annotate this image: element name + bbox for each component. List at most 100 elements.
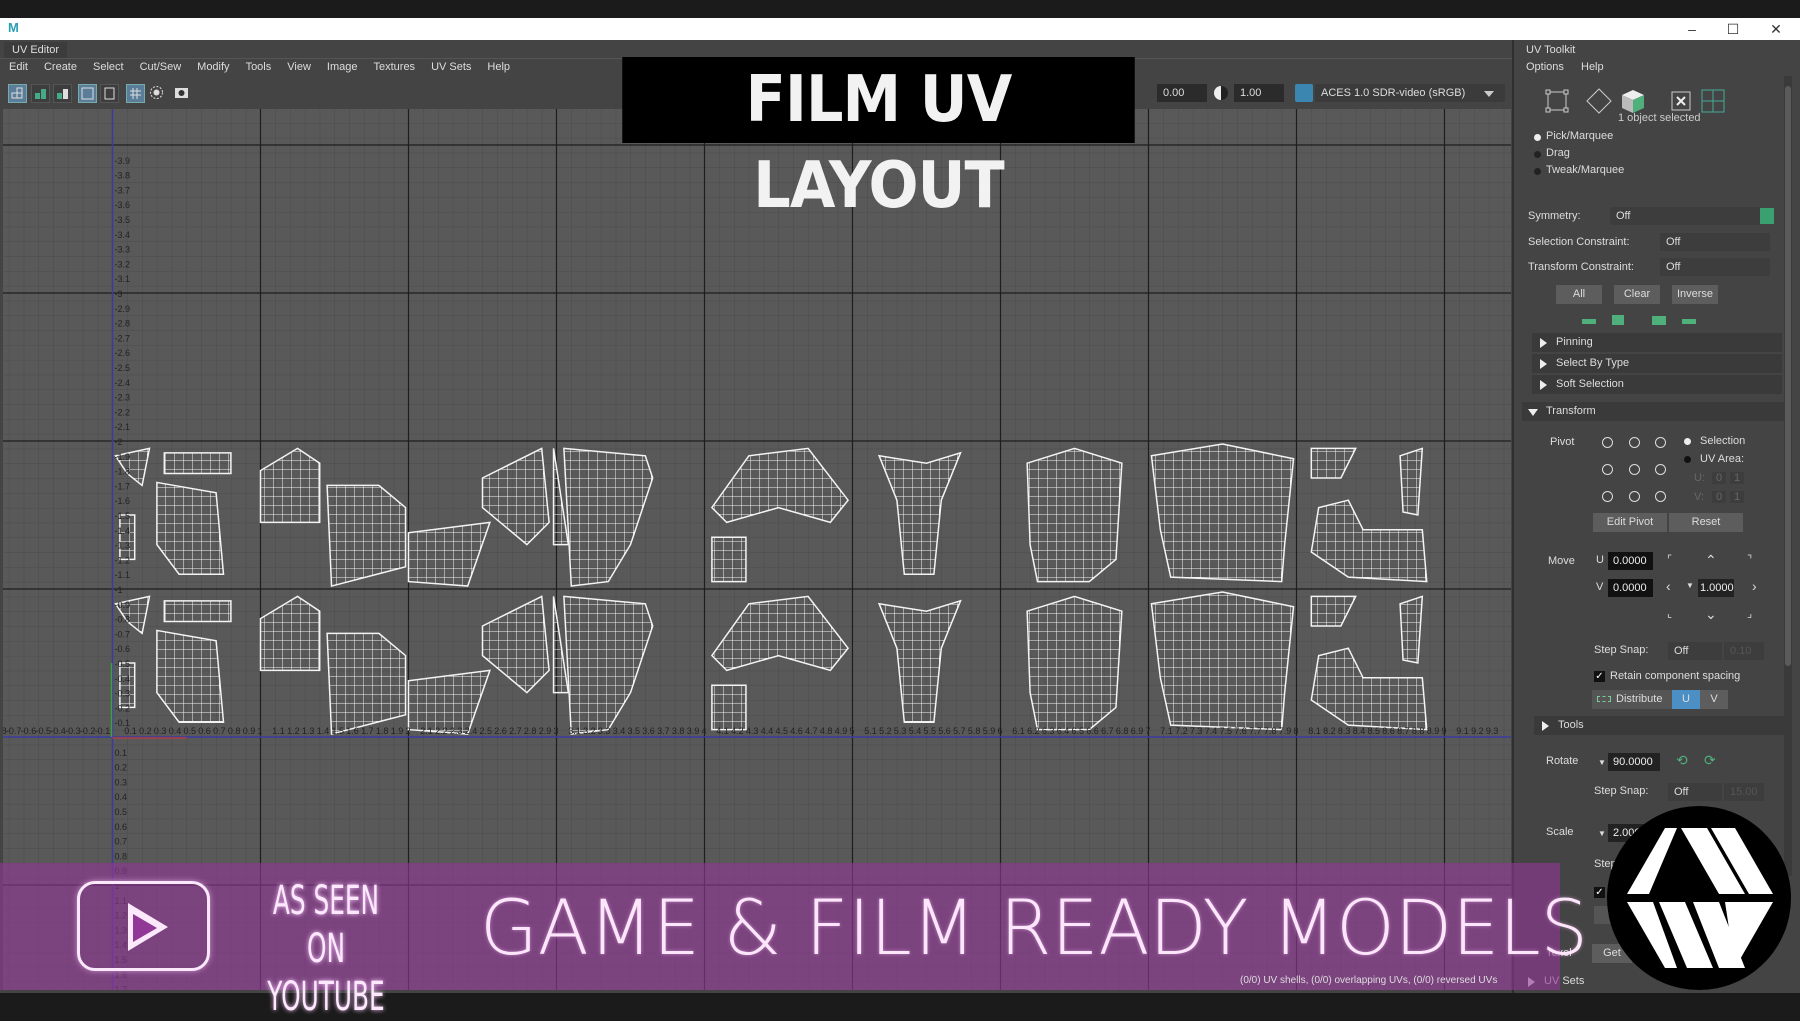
uv-area-u-max[interactable]: 1 [1730,472,1745,484]
menu-help[interactable]: Help [478,59,517,73]
radio-tweak-marquee[interactable] [1534,168,1541,175]
clear-button[interactable]: Clear [1614,285,1660,304]
section-pinning[interactable]: Pinning [1532,333,1782,352]
uv-area-v-min[interactable]: 0 [1712,491,1727,503]
radio-pivot-selection[interactable] [1684,438,1691,445]
radio-pick-marquee[interactable] [1534,134,1541,141]
distribute-v-toggle[interactable]: V [1700,690,1728,709]
rotate-ccw-icon[interactable]: ⟲ [1676,752,1688,769]
uv-select-icon[interactable] [1701,89,1725,113]
exposure-field[interactable]: 0.00 [1157,84,1207,102]
distribute-button[interactable]: Distribute [1592,690,1672,709]
move-down-right-icon[interactable]: ⌟ [1747,607,1752,620]
u-tick-label: 9.1 [1456,726,1469,736]
menu-uv-sets[interactable]: UV Sets [422,59,478,73]
frame-icon[interactable] [78,84,97,103]
uv-shell-select-icon[interactable] [1671,91,1691,111]
inverse-button[interactable]: Inverse [1672,285,1718,304]
section-select-by-type[interactable]: Select By Type [1532,354,1782,373]
minimize-icon[interactable]: – [1672,18,1712,40]
pivot-bottom-left[interactable] [1602,491,1613,502]
vertex-select-icon[interactable] [1545,89,1569,113]
select-all-button[interactable]: All [1556,285,1602,304]
move-step-chevron-icon[interactable]: ▼ [1686,581,1694,590]
move-down-left-icon[interactable]: ⌞ [1667,607,1672,620]
u-tick-label: 6.8 [1116,726,1129,736]
section-transform[interactable]: Transform [1522,402,1790,421]
move-v-field[interactable]: 0.0000 [1608,579,1653,597]
menu-create[interactable]: Create [35,59,84,73]
scale-checkbox[interactable]: ✓ [1594,887,1605,898]
move-u-field[interactable]: 0.0000 [1608,552,1653,570]
pivot-mid-right[interactable] [1655,464,1666,475]
close-icon[interactable]: ✕ [1756,18,1796,40]
move-up-right-icon[interactable]: ⌝ [1747,553,1752,566]
rotate-field[interactable]: 90.0000 [1608,753,1660,771]
pivot-top-right[interactable] [1655,437,1666,448]
section-tools[interactable]: Tools [1534,716,1784,735]
symmetry-grid-icon[interactable] [1760,208,1774,224]
rotate-step-snap-dropdown[interactable]: Off [1668,783,1722,801]
rotate-cw-icon[interactable]: ⟳ [1704,752,1716,769]
reset-pivot-button[interactable]: Reset [1669,513,1743,532]
grow-shrink-icons[interactable] [1582,312,1702,326]
chevron-down-icon[interactable] [1484,91,1494,97]
pivot-center[interactable] [1629,464,1640,475]
radio-pivot-uv-area[interactable] [1684,456,1691,463]
face-select-icon[interactable] [1622,90,1644,113]
move-down-icon[interactable]: ⌄ [1705,606,1717,623]
grid-icon[interactable] [126,84,145,103]
menu-options[interactable]: Options [1526,61,1564,73]
snapshot-icon[interactable] [173,84,192,103]
pixel-snap-icon[interactable] [148,84,167,103]
menu-tools[interactable]: Tools [237,59,279,73]
move-up-icon[interactable]: ⌃ [1705,552,1717,569]
move-right-icon[interactable]: › [1752,578,1757,594]
radio-drag[interactable] [1534,151,1541,158]
menu-edit[interactable]: Edit [0,59,35,73]
uv-viewport[interactable]: -0.8-0.7-0.6-0.5-0.4-0.3-0.2-0.10.10.20.… [3,109,1511,990]
menu-image[interactable]: Image [318,59,365,73]
menu-textures[interactable]: Textures [364,59,422,73]
pivot-mid-left[interactable] [1602,464,1613,475]
move-up-left-icon[interactable]: ⌜ [1667,553,1672,566]
rotate-chevron-icon[interactable]: ▼ [1598,758,1606,767]
color-space-dropdown[interactable]: ACES 1.0 SDR-video (sRGB) [1315,84,1505,102]
distribute-u-toggle[interactable]: U [1672,690,1700,709]
symmetry-dropdown[interactable]: Off [1610,207,1760,225]
uv-canvas[interactable]: -0.8-0.7-0.6-0.5-0.4-0.3-0.2-0.10.10.20.… [3,109,1511,990]
edge-select-icon[interactable] [1586,88,1612,114]
move-step-field[interactable]: 1.0000 [1698,579,1734,597]
uv-area-v-max[interactable]: 1 [1730,491,1745,503]
move-step-snap-dropdown[interactable]: Off [1668,642,1722,660]
menu-modify[interactable]: Modify [188,59,236,73]
selection-constraint-dropdown[interactable]: Off [1660,233,1770,251]
pivot-top-center[interactable] [1629,437,1640,448]
scale-chevron-icon[interactable]: ▼ [1598,829,1606,838]
color-management-icon[interactable] [1295,84,1313,102]
retain-spacing-checkbox[interactable]: ✓ [1594,671,1605,682]
uv-area-u-min[interactable]: 0 [1712,472,1727,484]
menu-view[interactable]: View [278,59,318,73]
gamma-field[interactable]: 1.00 [1234,84,1284,102]
tab-uv-toolkit[interactable]: UV Toolkit [1526,44,1575,56]
pivot-bottom-center[interactable] [1629,491,1640,502]
frame-alt-icon[interactable] [100,84,119,103]
uv-stack-white-icon[interactable] [53,84,72,103]
pivot-top-left[interactable] [1602,437,1613,448]
menu-help[interactable]: Help [1581,61,1604,73]
menu-cut-sew[interactable]: Cut/Sew [131,59,189,73]
uv-stack-green-icon[interactable] [31,84,50,103]
pivot-bottom-right[interactable] [1655,491,1666,502]
v-tick-label: -2.9 [115,304,131,314]
tab-uv-editor[interactable]: UV Editor [4,42,68,58]
edit-pivot-button[interactable]: Edit Pivot [1593,513,1667,532]
transform-constraint-dropdown[interactable]: Off [1660,258,1770,276]
move-left-icon[interactable]: ‹ [1666,578,1671,594]
panel-scrollbar[interactable] [1784,76,1792,876]
gamma-icon[interactable] [1214,86,1228,100]
uv-shell-icon[interactable] [8,84,27,103]
menu-select[interactable]: Select [84,59,131,73]
maximize-icon[interactable]: ☐ [1713,18,1753,40]
section-soft-selection[interactable]: Soft Selection [1532,375,1782,394]
